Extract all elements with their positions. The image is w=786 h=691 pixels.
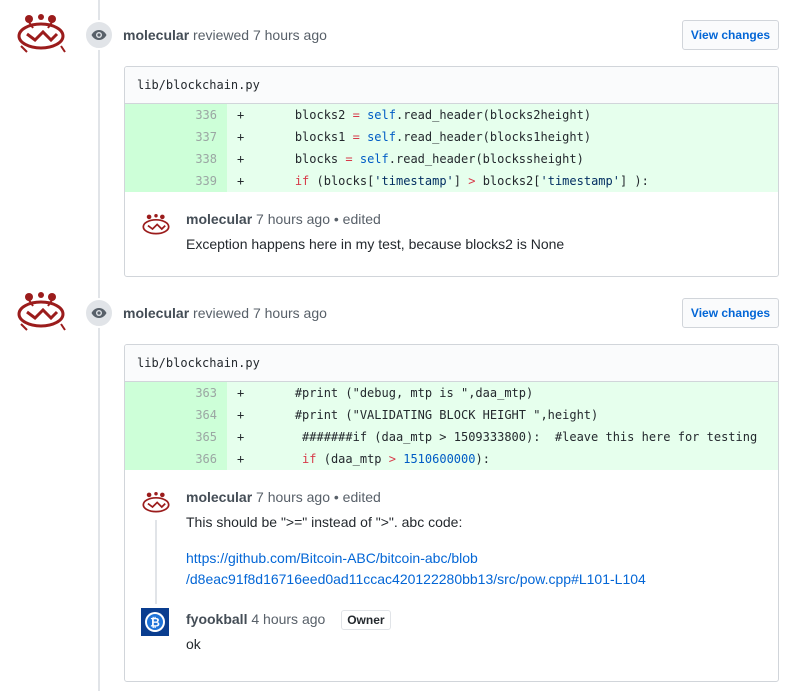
abc-code-link-line1[interactable]: https://github.com/Bitcoin-ABC/bitcoin-a… [186, 548, 478, 568]
bitcoin-cash-avatar[interactable]: ₿ [141, 608, 169, 636]
comment-body: ok [186, 636, 201, 652]
review-author[interactable]: molecular [123, 27, 189, 43]
diff-line: 338 + blocks = self.read_header(blockssh… [125, 148, 778, 170]
view-changes-button[interactable]: View changes [682, 298, 779, 328]
diff-line: 363 + #print ("debug, mtp is ",daa_mtp) [125, 382, 778, 404]
code-line: + blocks2 = self.read_header(blocks2heig… [237, 108, 592, 122]
eye-icon-badge [84, 20, 114, 50]
code-line: + if (blocks['timestamp'] > blocks2['tim… [237, 174, 649, 188]
comment-body: This should be ">=" instead of ">". abc … [186, 514, 463, 530]
review-card-2: lib/blockchain.py 363 + #print ("debug, … [124, 344, 779, 682]
review-comment: molecular 7 hours ago • edited Exception… [125, 192, 778, 276]
line-number[interactable]: 365 [125, 426, 227, 448]
code-line: + #print ("VALIDATING BLOCK HEIGHT ",hei… [237, 408, 599, 422]
review-card-1: lib/blockchain.py 336 + blocks2 = self.r… [124, 66, 779, 277]
diff-line: 364 + #print ("VALIDATING BLOCK HEIGHT "… [125, 404, 778, 426]
owner-badge: Owner [341, 610, 391, 630]
code-line: + blocks = self.read_header(blockssheigh… [237, 152, 584, 166]
molecular-avatar[interactable] [141, 210, 171, 240]
comment-author[interactable]: molecular [186, 489, 252, 505]
line-number[interactable]: 336 [125, 104, 227, 126]
abc-code-link-line2[interactable]: /d8eac91f8d16716eed0ad11ccac420122280bb1… [186, 569, 646, 589]
line-number[interactable]: 364 [125, 404, 227, 426]
line-number[interactable]: 366 [125, 448, 227, 470]
molecular-avatar[interactable] [141, 488, 171, 518]
comment-header: molecular 7 hours ago • edited [186, 210, 381, 228]
line-number[interactable]: 338 [125, 148, 227, 170]
eye-icon [91, 308, 107, 318]
review-header: molecular reviewed 7 hours ago [123, 303, 327, 323]
diff-line: 336 + blocks2 = self.read_header(blocks2… [125, 104, 778, 126]
comment-meta[interactable]: 4 hours ago [251, 611, 325, 627]
view-changes-button[interactable]: View changes [682, 20, 779, 50]
thread-line [155, 520, 157, 604]
review-time[interactable]: 7 hours ago [253, 27, 327, 43]
comment-author[interactable]: molecular [186, 211, 252, 227]
review-action: reviewed [193, 305, 250, 321]
review-comment-thread: molecular 7 hours ago • edited This shou… [125, 470, 778, 681]
molecular-avatar[interactable] [15, 290, 67, 332]
file-path[interactable]: lib/blockchain.py [125, 345, 778, 382]
svg-text:₿: ₿ [150, 616, 160, 630]
code-line: + if (daa_mtp > 1510600000): [237, 452, 490, 466]
comment-author[interactable]: fyookball [186, 611, 247, 627]
eye-icon [91, 30, 107, 40]
diff-line: 366 + if (daa_mtp > 1510600000): [125, 448, 778, 470]
comment-header: fyookball 4 hours ago Owner [186, 610, 391, 630]
review-author[interactable]: molecular [123, 305, 189, 321]
comment-body: Exception happens here in my test, becau… [186, 236, 565, 252]
review-header: molecular reviewed 7 hours ago [123, 25, 327, 45]
molecular-avatar[interactable] [15, 12, 67, 54]
file-path[interactable]: lib/blockchain.py [125, 67, 778, 104]
eye-icon-badge [84, 298, 114, 328]
line-number[interactable]: 339 [125, 170, 227, 192]
timeline-line [98, 0, 100, 691]
review-time[interactable]: 7 hours ago [253, 305, 327, 321]
code-line: + #print ("debug, mtp is ",daa_mtp) [237, 386, 534, 400]
line-number[interactable]: 363 [125, 382, 227, 404]
code-line: + #######if (daa_mtp > 1509333800): #lea… [237, 430, 758, 444]
comment-header: molecular 7 hours ago • edited [186, 488, 381, 506]
comment-meta[interactable]: 7 hours ago • edited [256, 211, 381, 227]
diff-line: 365 + #######if (daa_mtp > 1509333800): … [125, 426, 778, 448]
review-action: reviewed [193, 27, 250, 43]
code-line: + blocks1 = self.read_header(blocks1heig… [237, 130, 592, 144]
line-number[interactable]: 337 [125, 126, 227, 148]
diff-line: 337 + blocks1 = self.read_header(blocks1… [125, 126, 778, 148]
comment-meta[interactable]: 7 hours ago • edited [256, 489, 381, 505]
diff-line: 339 + if (blocks['timestamp'] > blocks2[… [125, 170, 778, 192]
